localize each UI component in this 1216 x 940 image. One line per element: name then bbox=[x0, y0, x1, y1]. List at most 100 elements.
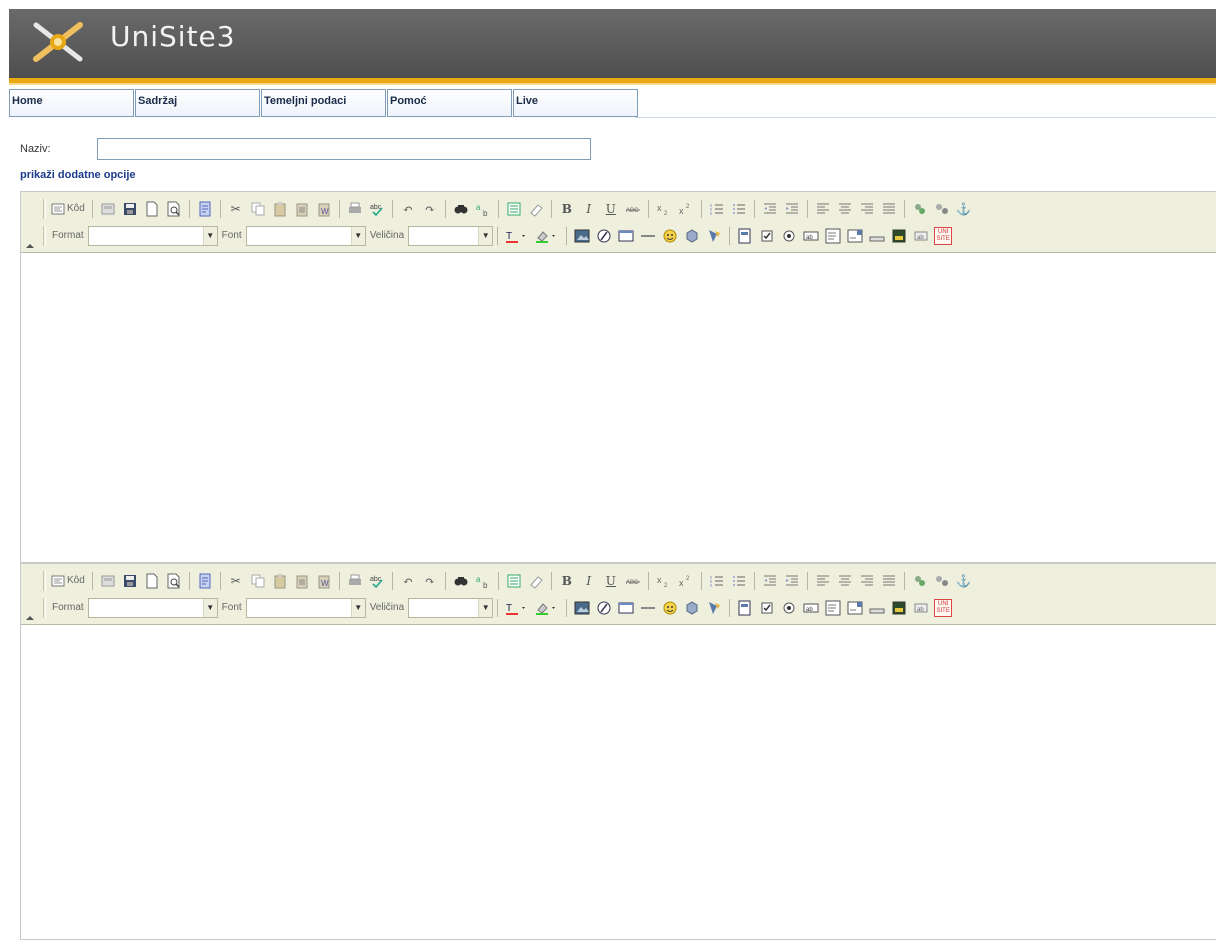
print-button[interactable] bbox=[345, 571, 365, 591]
tab-pomoc[interactable]: Pomoć bbox=[387, 89, 512, 117]
textarea-button[interactable] bbox=[823, 226, 843, 246]
preview-button[interactable] bbox=[164, 199, 184, 219]
outdent-button[interactable] bbox=[760, 571, 780, 591]
doc-props-button[interactable] bbox=[98, 571, 118, 591]
align-justify-button[interactable] bbox=[879, 571, 899, 591]
align-left-button[interactable] bbox=[813, 199, 833, 219]
replace-button[interactable]: ab bbox=[473, 571, 493, 591]
numbered-list-button[interactable] bbox=[707, 199, 727, 219]
bold-button[interactable]: B bbox=[557, 199, 577, 219]
collapse-toolbar-icon[interactable] bbox=[26, 241, 34, 249]
link-button[interactable] bbox=[910, 199, 930, 219]
editor-content-area[interactable] bbox=[21, 626, 1216, 939]
cut-button[interactable]: ✂ bbox=[226, 571, 246, 591]
redo-button[interactable]: ↷ bbox=[420, 199, 440, 219]
smiley-button[interactable] bbox=[660, 598, 680, 618]
underline-button[interactable]: U bbox=[601, 571, 621, 591]
save-button[interactable] bbox=[120, 571, 140, 591]
templates-button[interactable] bbox=[195, 571, 215, 591]
print-button[interactable] bbox=[345, 199, 365, 219]
preview-button[interactable] bbox=[164, 571, 184, 591]
flash-button[interactable] bbox=[594, 598, 614, 618]
image-button-field-button[interactable] bbox=[889, 226, 909, 246]
spellcheck-button[interactable]: abc bbox=[367, 571, 387, 591]
align-justify-button[interactable] bbox=[879, 199, 899, 219]
text-color-button[interactable]: T bbox=[503, 226, 531, 246]
templates-button[interactable] bbox=[195, 199, 215, 219]
hidden-field-button[interactable]: ab bbox=[911, 598, 931, 618]
align-center-button[interactable] bbox=[835, 199, 855, 219]
link-button[interactable] bbox=[910, 571, 930, 591]
underline-button[interactable]: U bbox=[601, 199, 621, 219]
font-select[interactable]: ▼ bbox=[245, 597, 366, 618]
text-color-button[interactable]: T bbox=[503, 598, 531, 618]
undo-button[interactable]: ↶ bbox=[398, 199, 418, 219]
paste-text-button[interactable] bbox=[292, 199, 312, 219]
find-button[interactable] bbox=[451, 199, 471, 219]
strike-button[interactable]: ABC bbox=[623, 571, 643, 591]
button-field-button[interactable] bbox=[867, 598, 887, 618]
anchor-button[interactable]: ⚓ bbox=[954, 571, 974, 591]
font-select[interactable]: ▼ bbox=[245, 225, 366, 246]
paste-text-button[interactable] bbox=[292, 571, 312, 591]
unisite-plugin-button[interactable]: UNI SITE bbox=[933, 598, 953, 618]
text-field-button[interactable]: ab bbox=[801, 226, 821, 246]
paste-word-button[interactable]: W bbox=[314, 199, 334, 219]
image-button[interactable] bbox=[572, 226, 592, 246]
hidden-field-button[interactable]: ab bbox=[911, 226, 931, 246]
paste-button[interactable] bbox=[270, 199, 290, 219]
superscript-button[interactable]: x2 bbox=[676, 199, 696, 219]
table-button[interactable] bbox=[616, 226, 636, 246]
page-break-button[interactable] bbox=[704, 226, 724, 246]
select-field-button[interactable] bbox=[845, 598, 865, 618]
select-all-button[interactable] bbox=[504, 199, 524, 219]
textarea-button[interactable] bbox=[823, 598, 843, 618]
unisite-plugin-button[interactable]: UNI SITE bbox=[933, 226, 953, 246]
subscript-button[interactable]: x2 bbox=[654, 571, 674, 591]
show-more-options-link[interactable]: prikaži dodatne opcije bbox=[20, 169, 136, 181]
align-right-button[interactable] bbox=[857, 571, 877, 591]
checkbox-button[interactable] bbox=[757, 598, 777, 618]
format-select[interactable]: ▼ bbox=[87, 225, 218, 246]
image-button-field-button[interactable] bbox=[889, 598, 909, 618]
page-break-button[interactable] bbox=[704, 598, 724, 618]
image-button[interactable] bbox=[572, 598, 592, 618]
indent-button[interactable] bbox=[782, 199, 802, 219]
replace-button[interactable]: ab bbox=[473, 199, 493, 219]
source-button[interactable]: Kôd bbox=[48, 571, 88, 591]
anchor-button[interactable]: ⚓ bbox=[954, 199, 974, 219]
format-select[interactable]: ▼ bbox=[87, 597, 218, 618]
table-button[interactable] bbox=[616, 598, 636, 618]
bulleted-list-button[interactable] bbox=[729, 199, 749, 219]
numbered-list-button[interactable] bbox=[707, 571, 727, 591]
doc-props-button[interactable] bbox=[98, 199, 118, 219]
tab-live[interactable]: Live bbox=[513, 89, 638, 117]
paste-button[interactable] bbox=[270, 571, 290, 591]
cut-button[interactable]: ✂ bbox=[226, 199, 246, 219]
outdent-button[interactable] bbox=[760, 199, 780, 219]
find-button[interactable] bbox=[451, 571, 471, 591]
indent-button[interactable] bbox=[782, 571, 802, 591]
select-all-button[interactable] bbox=[504, 571, 524, 591]
radio-button[interactable] bbox=[779, 226, 799, 246]
special-char-button[interactable] bbox=[682, 226, 702, 246]
remove-format-button[interactable] bbox=[526, 571, 546, 591]
unlink-button[interactable] bbox=[932, 199, 952, 219]
smiley-button[interactable] bbox=[660, 226, 680, 246]
checkbox-button[interactable] bbox=[757, 226, 777, 246]
name-input[interactable] bbox=[97, 138, 591, 160]
copy-button[interactable] bbox=[248, 199, 268, 219]
source-button[interactable]: Kôd bbox=[48, 199, 88, 219]
redo-button[interactable]: ↷ bbox=[420, 571, 440, 591]
horizontal-rule-button[interactable] bbox=[638, 598, 658, 618]
bg-color-button[interactable] bbox=[533, 226, 561, 246]
subscript-button[interactable]: x2 bbox=[654, 199, 674, 219]
bg-color-button[interactable] bbox=[533, 598, 561, 618]
size-select[interactable]: ▼ bbox=[408, 225, 494, 246]
select-field-button[interactable] bbox=[845, 226, 865, 246]
paste-word-button[interactable]: W bbox=[314, 571, 334, 591]
strike-button[interactable]: ABC bbox=[623, 199, 643, 219]
align-center-button[interactable] bbox=[835, 571, 855, 591]
size-select[interactable]: ▼ bbox=[408, 597, 494, 618]
new-page-button[interactable] bbox=[142, 571, 162, 591]
